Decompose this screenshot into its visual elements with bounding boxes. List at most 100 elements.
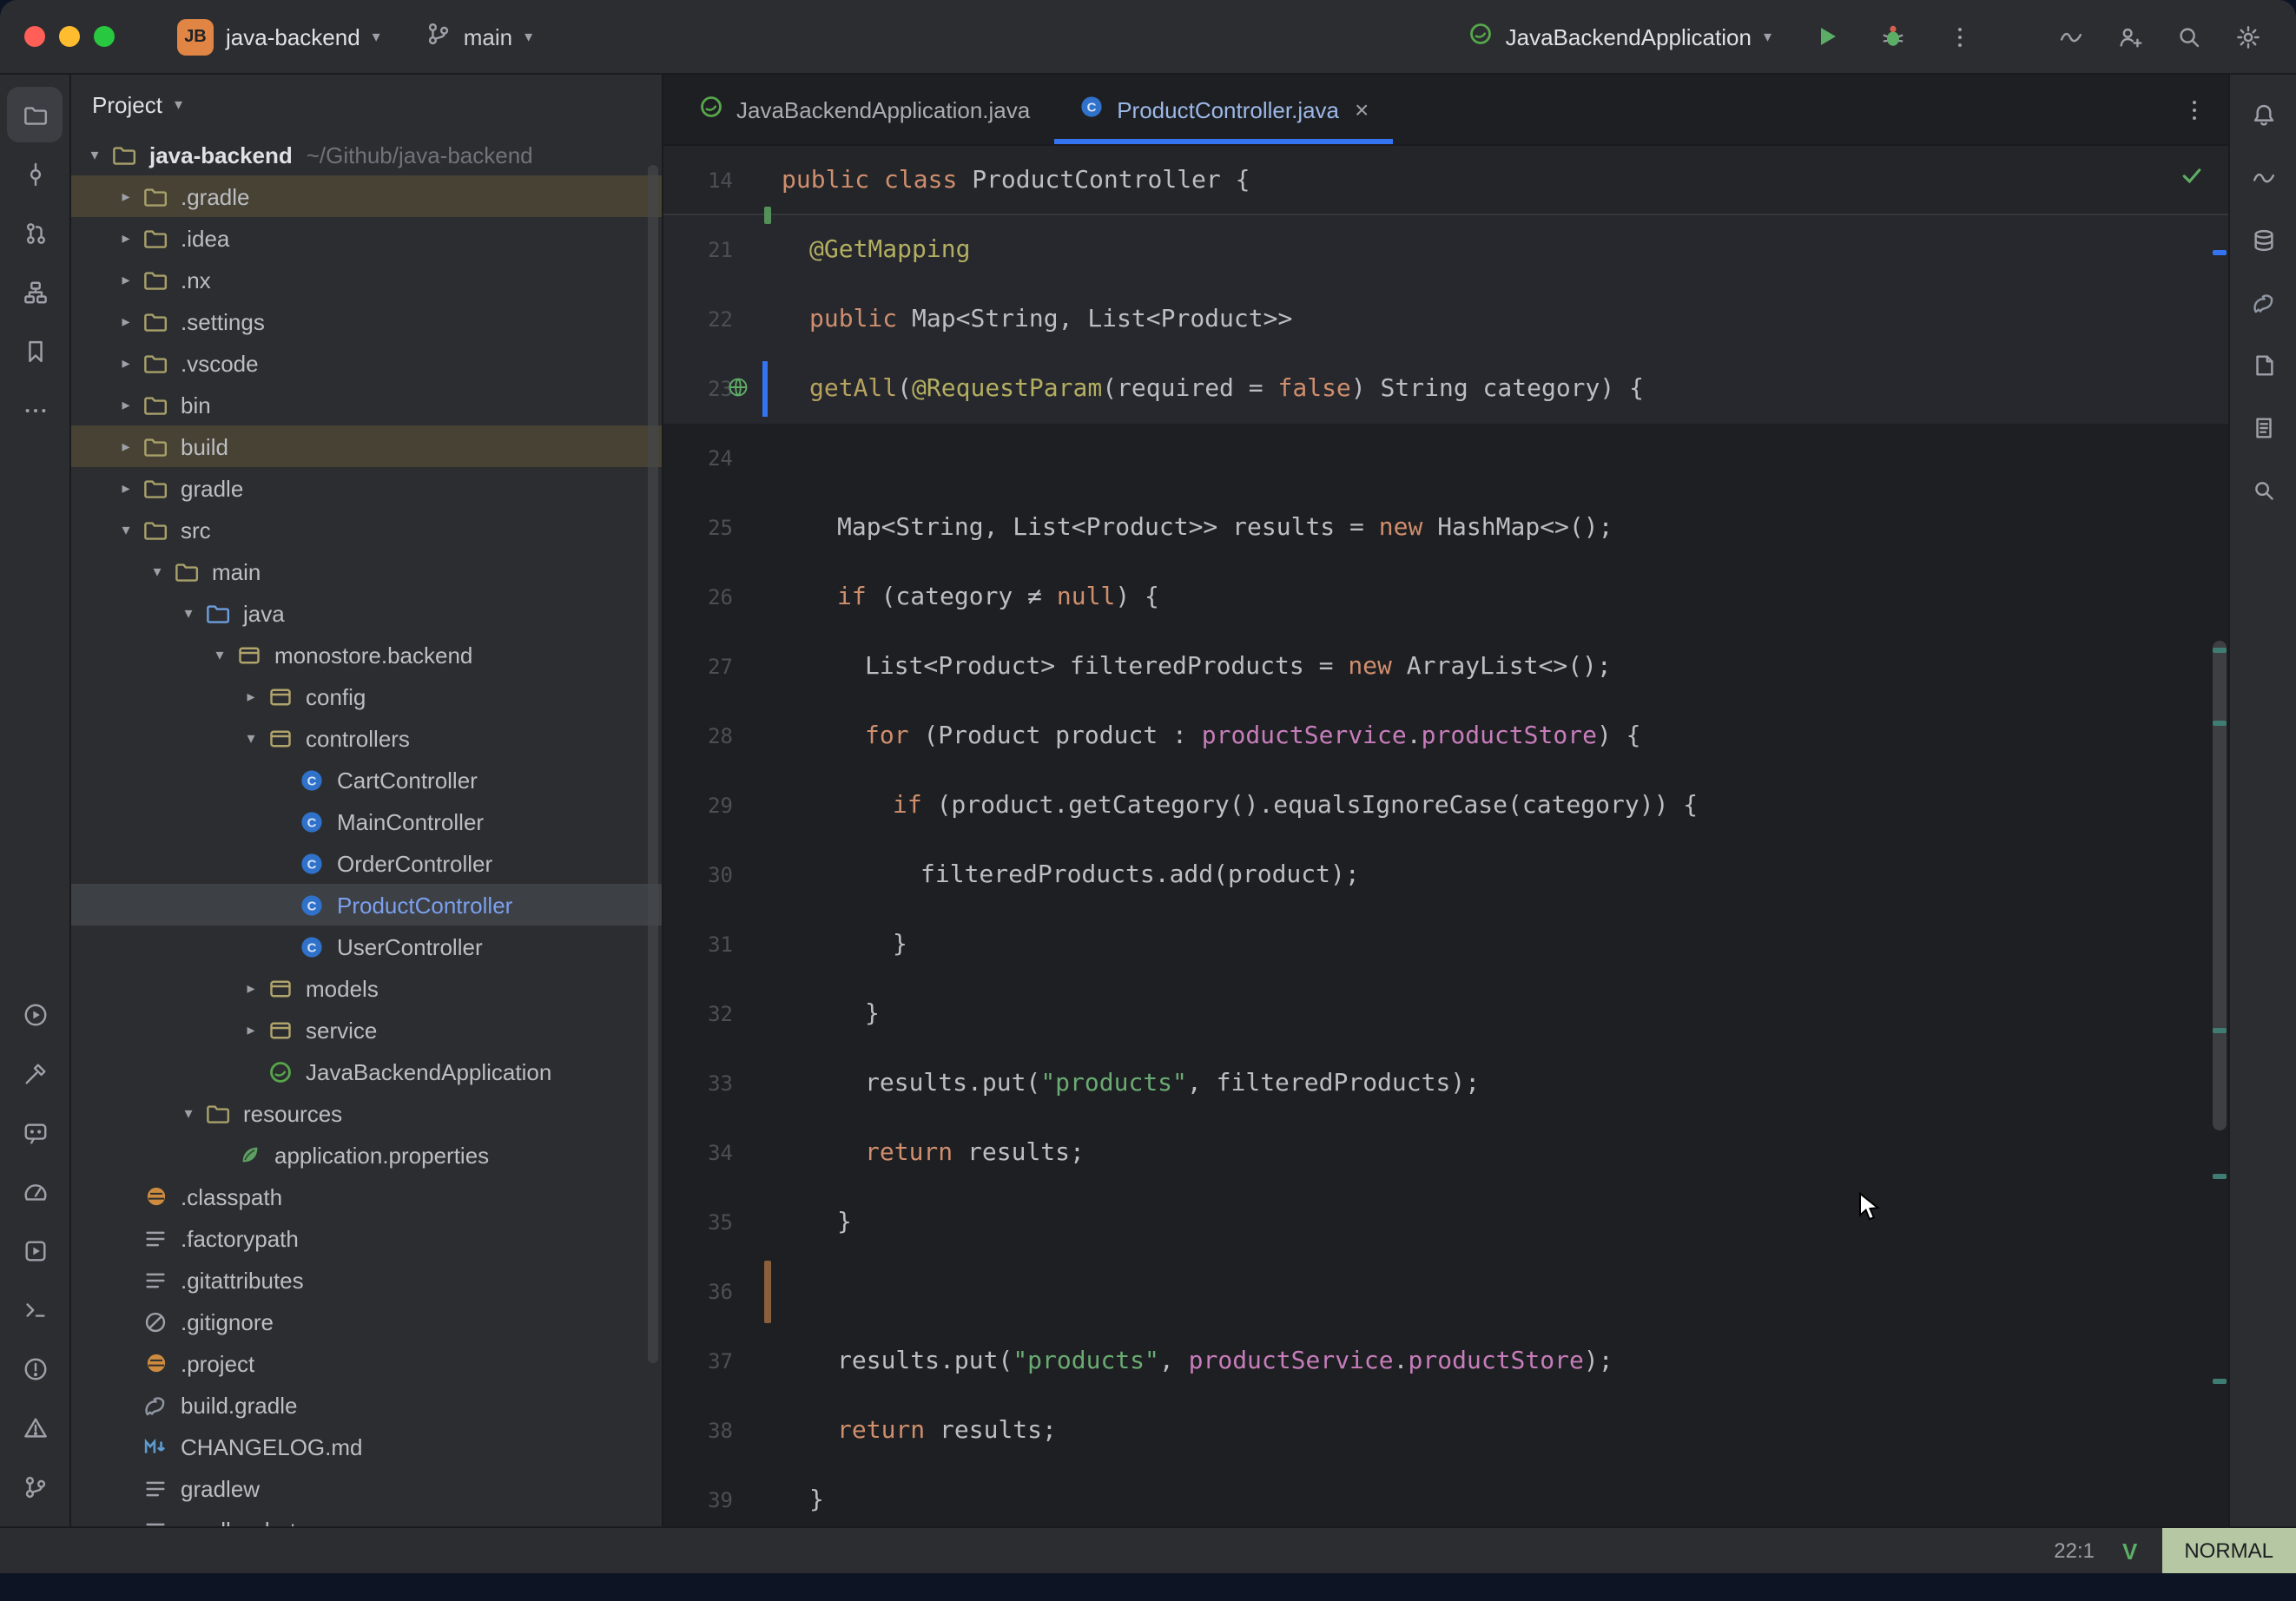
pull-requests-icon[interactable] xyxy=(7,205,63,260)
ai-assistant-icon[interactable] xyxy=(2046,12,2095,61)
tree-item--idea[interactable]: ▸.idea xyxy=(71,217,662,259)
tree-item-maincontroller[interactable]: CMainController xyxy=(71,800,662,842)
line-number[interactable]: 31 xyxy=(663,932,761,957)
version-control-icon[interactable] xyxy=(7,1459,63,1514)
tab-options-kebab-icon[interactable] xyxy=(2161,75,2228,144)
code-line-26[interactable]: 26if (category ≠ null) { xyxy=(663,563,2228,632)
tree-item-usercontroller[interactable]: CUserController xyxy=(71,926,662,967)
line-number[interactable]: 36 xyxy=(663,1280,761,1304)
tree-item-service[interactable]: ▸service xyxy=(71,1009,662,1051)
more-actions-button[interactable] xyxy=(1935,12,1983,61)
tree-item-java[interactable]: ▾java xyxy=(71,592,662,634)
settings-gear-icon[interactable] xyxy=(2223,12,2272,61)
tree-item-src[interactable]: ▾src xyxy=(71,509,662,550)
line-number[interactable]: 37 xyxy=(663,1349,761,1374)
maven-icon[interactable] xyxy=(2235,337,2291,392)
find-icon[interactable] xyxy=(2235,462,2291,517)
chevron-collapsed-icon[interactable]: ▸ xyxy=(238,1020,264,1039)
chevron-collapsed-icon[interactable]: ▸ xyxy=(238,978,264,998)
tree-item--gitattributes[interactable]: .gitattributes xyxy=(71,1259,662,1301)
gradle-icon[interactable] xyxy=(2235,274,2291,330)
chevron-expanded-icon[interactable]: ▾ xyxy=(113,520,139,539)
code-line-31[interactable]: 31} xyxy=(663,910,2228,979)
tree-item-gradlew-bat[interactable]: gradlew.bat xyxy=(71,1509,662,1526)
code-editor[interactable]: 14public class ProductController { 21@Ge… xyxy=(663,146,2228,1526)
line-number[interactable]: 28 xyxy=(663,724,761,748)
assistant-icon[interactable] xyxy=(2235,149,2291,205)
chevron-expanded-icon[interactable]: ▾ xyxy=(144,562,170,581)
line-number[interactable]: 14 xyxy=(663,168,761,192)
chevron-expanded-icon[interactable]: ▾ xyxy=(175,1104,201,1123)
chevron-collapsed-icon[interactable]: ▸ xyxy=(113,437,139,456)
database-icon[interactable] xyxy=(2235,212,2291,267)
code-line-38[interactable]: 38return results; xyxy=(663,1396,2228,1466)
build-icon[interactable] xyxy=(7,1045,63,1101)
tree-item-java-backend[interactable]: ▾java-backend~/Github/java-backend xyxy=(71,134,662,175)
commit-icon[interactable] xyxy=(7,146,63,201)
project-icon[interactable] xyxy=(7,87,63,142)
line-number[interactable]: 29 xyxy=(663,794,761,818)
stripe-mark[interactable] xyxy=(2213,1028,2227,1033)
problems-icon[interactable] xyxy=(7,1341,63,1396)
chevron-expanded-icon[interactable]: ▾ xyxy=(207,645,233,664)
inspections-ok-check-icon[interactable] xyxy=(2180,163,2204,194)
code-line-39[interactable]: 39} xyxy=(663,1466,2228,1526)
tree-item-build[interactable]: ▸build xyxy=(71,425,662,467)
tree-item--project[interactable]: .project xyxy=(71,1342,662,1384)
code-line-22[interactable]: 22public Map<String, List<Product>> xyxy=(663,285,2228,354)
tree-item-application-properties[interactable]: application.properties xyxy=(71,1134,662,1176)
chevron-collapsed-icon[interactable]: ▸ xyxy=(238,687,264,706)
chevron-expanded-icon[interactable]: ▾ xyxy=(82,145,108,164)
stripe-mark[interactable] xyxy=(2213,648,2227,653)
tree-item-monostore-backend[interactable]: ▾monostore.backend xyxy=(71,634,662,675)
tree-item--gradle[interactable]: ▸.gradle xyxy=(71,175,662,217)
line-number[interactable]: 32 xyxy=(663,1002,761,1026)
tree-item-javabackendapplication[interactable]: JavaBackendApplication xyxy=(71,1051,662,1092)
tree-item--gitignore[interactable]: .gitignore xyxy=(71,1301,662,1342)
tree-item--factorypath[interactable]: .factorypath xyxy=(71,1217,662,1259)
notifications-icon[interactable] xyxy=(2235,87,2291,142)
code-line-32[interactable]: 32} xyxy=(663,979,2228,1049)
stripe-mark[interactable] xyxy=(2213,250,2227,255)
chevron-collapsed-icon[interactable]: ▸ xyxy=(113,270,139,289)
code-line-21[interactable]: 21@GetMapping xyxy=(663,215,2228,285)
code-line-33[interactable]: 33results.put("products", filteredProduc… xyxy=(663,1049,2228,1118)
editor-scrollbar[interactable] xyxy=(2213,641,2227,1130)
code-line-25[interactable]: 25Map<String, List<Product>> results = n… xyxy=(663,493,2228,563)
line-number[interactable]: 35 xyxy=(663,1210,761,1235)
line-number[interactable]: 27 xyxy=(663,655,761,679)
line-number[interactable]: 30 xyxy=(663,863,761,887)
code-line-28[interactable]: 28for (Product product : productService.… xyxy=(663,702,2228,771)
code-line-30[interactable]: 30filteredProducts.add(product); xyxy=(663,840,2228,910)
run-configuration-widget[interactable]: JavaBackendApplication ▾ xyxy=(1454,14,1785,59)
code-line-37[interactable]: 37results.put("products", productService… xyxy=(663,1327,2228,1396)
bookmarks-icon[interactable] xyxy=(7,323,63,379)
tree-item-controllers[interactable]: ▾controllers xyxy=(71,717,662,759)
code-line-24[interactable]: 24 xyxy=(663,424,2228,493)
tree-item-changelog-md[interactable]: CHANGELOG.md xyxy=(71,1426,662,1467)
line-number[interactable]: 38 xyxy=(663,1419,761,1443)
profiler-icon[interactable] xyxy=(7,1163,63,1219)
chevron-collapsed-icon[interactable]: ▸ xyxy=(113,187,139,206)
code-line-29[interactable]: 29if (product.getCategory().equalsIgnore… xyxy=(663,771,2228,840)
code-with-me-icon[interactable] xyxy=(2105,12,2154,61)
tree-item-bin[interactable]: ▸bin xyxy=(71,384,662,425)
endpoint-globe-gutter-icon[interactable] xyxy=(726,375,750,406)
code-line-23[interactable]: 23getAll(@RequestParam(required = false)… xyxy=(663,354,2228,424)
chevron-collapsed-icon[interactable]: ▸ xyxy=(113,478,139,497)
branch-widget[interactable]: main ▾ xyxy=(412,14,546,59)
debug-button[interactable] xyxy=(1869,12,1917,61)
code-line-36[interactable]: 36 xyxy=(663,1257,2228,1327)
more-icon[interactable] xyxy=(7,382,63,438)
tree-item-gradlew[interactable]: gradlew xyxy=(71,1467,662,1509)
chevron-collapsed-icon[interactable]: ▸ xyxy=(113,228,139,247)
close-tab-icon[interactable]: × xyxy=(1355,96,1369,123)
run-button[interactable] xyxy=(1803,12,1851,61)
zoom-window-button[interactable] xyxy=(94,26,115,47)
tree-item-resources[interactable]: ▾resources xyxy=(71,1092,662,1134)
project-widget[interactable]: JB java-backend ▾ xyxy=(163,11,394,62)
caret-position[interactable]: 22:1 xyxy=(2054,1538,2095,1563)
tree-item--classpath[interactable]: .classpath xyxy=(71,1176,662,1217)
structure-icon[interactable] xyxy=(7,264,63,320)
tree-item-build-gradle[interactable]: build.gradle xyxy=(71,1384,662,1426)
